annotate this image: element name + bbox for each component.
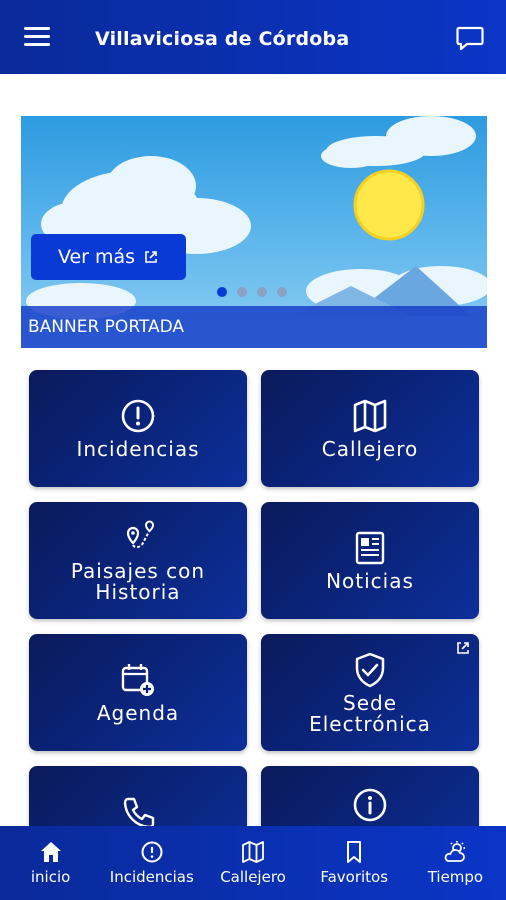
sun-cloud-icon [445, 841, 466, 862]
nav-item-favoritos[interactable]: Favoritos [304, 826, 405, 900]
external-link-icon [145, 251, 157, 263]
ver-mas-button[interactable]: Ver más [31, 234, 186, 280]
tile-callejero[interactable]: Callejero [261, 370, 479, 487]
info-circle-icon [353, 788, 387, 822]
alert-circle-icon [141, 841, 163, 863]
carousel-dot[interactable] [257, 287, 267, 297]
route-pin-icon [126, 520, 155, 548]
top-app-bar: Villaviciosa de Córdoba [0, 0, 506, 74]
tile-noticias[interactable]: Noticias [261, 502, 479, 619]
calendar-add-icon [121, 664, 154, 696]
nav-item-callejero[interactable]: Callejero [202, 826, 303, 900]
nav-label: Favoritos [320, 868, 389, 886]
tile-label: Incidencias [76, 437, 200, 461]
tile-paisajes-con-historia[interactable]: Paisajes con Historia [29, 502, 247, 619]
chat-icon[interactable] [456, 24, 484, 52]
tile-incidencias[interactable]: Incidencias [29, 370, 247, 487]
bottom-navigation: inicio Incidencias Callejero Favoritos T… [0, 826, 506, 900]
carousel-indicators [217, 287, 287, 297]
banner-caption: BANNER PORTADA [21, 306, 487, 348]
map-icon [242, 841, 264, 863]
map-icon [353, 399, 387, 433]
nav-label: Tiempo [427, 868, 484, 886]
bookmark-icon [347, 841, 362, 863]
tile-label: Paisajes con Historia [70, 558, 206, 604]
app-title: Villaviciosa de Córdoba [95, 28, 350, 50]
nav-item-incidencias[interactable]: Incidencias [101, 826, 202, 900]
newspaper-icon [355, 531, 385, 565]
tile-label: Noticias [326, 569, 414, 593]
nav-label: inicio [30, 868, 71, 886]
alert-circle-icon [121, 399, 155, 433]
tile-label: Agenda [96, 701, 180, 725]
carousel-dot[interactable] [237, 287, 247, 297]
home-banner[interactable]: Ver más BANNER PORTADA [21, 116, 487, 348]
tile-agenda[interactable]: Agenda [29, 634, 247, 751]
nav-label: Callejero [220, 868, 286, 886]
carousel-dot[interactable] [277, 287, 287, 297]
ver-mas-label: Ver más [57, 246, 136, 268]
hamburger-menu-icon[interactable] [24, 27, 50, 47]
home-icon [40, 842, 61, 862]
nav-item-inicio[interactable]: inicio [0, 826, 101, 900]
nav-label: Incidencias [109, 868, 194, 886]
tile-label: Callejero [321, 437, 419, 461]
tile-label: Sede Electrónica [309, 690, 431, 736]
carousel-dot[interactable] [217, 287, 227, 297]
tile-sede-electronica[interactable]: Sede Electrónica [261, 634, 479, 751]
shield-check-icon [355, 652, 385, 687]
nav-item-tiempo[interactable]: Tiempo [405, 826, 506, 900]
